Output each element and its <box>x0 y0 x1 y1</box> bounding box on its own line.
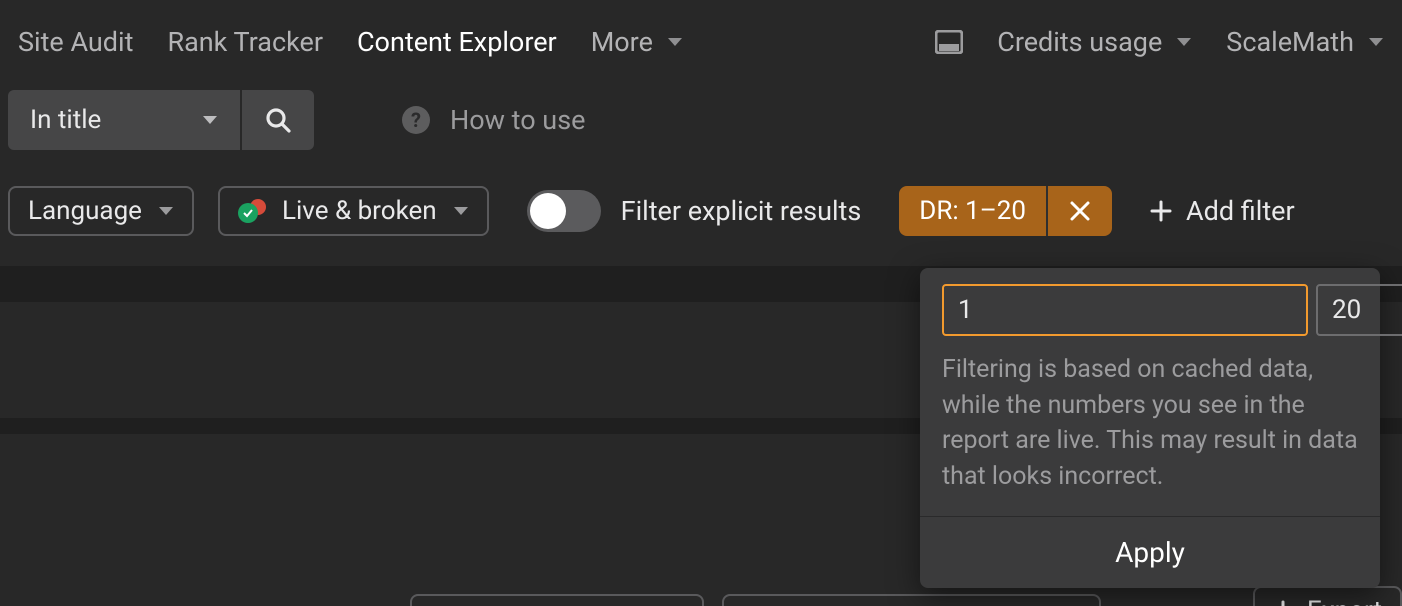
chevron-down-icon <box>158 205 174 217</box>
search-mode-select[interactable]: In title <box>8 90 240 150</box>
language-filter[interactable]: Language <box>8 186 194 236</box>
trends-select[interactable]: Trends: Last 6 months <box>722 594 1101 606</box>
status-filter-label: Live & broken <box>282 196 437 226</box>
dr-to-input[interactable] <box>1316 284 1402 336</box>
chevron-down-icon <box>667 36 683 48</box>
chevron-down-icon <box>1176 36 1192 48</box>
nav-credits-usage[interactable]: Credits usage <box>997 26 1192 58</box>
apply-button[interactable]: Apply <box>920 516 1380 588</box>
screen-icon[interactable] <box>935 30 963 54</box>
chevron-down-icon <box>453 205 469 217</box>
nav-credits-label: Credits usage <box>997 26 1162 58</box>
status-filter[interactable]: Live & broken <box>218 186 489 236</box>
plus-icon <box>1150 200 1172 222</box>
chevron-down-icon <box>202 114 218 126</box>
status-icon <box>238 199 266 223</box>
nav-workspace[interactable]: ScaleMath <box>1226 26 1384 58</box>
dr-filter-note: Filtering is based on cached data, while… <box>920 336 1380 494</box>
search-mode-group: In title <box>8 90 314 150</box>
how-to-use[interactable]: ? How to use <box>402 104 585 136</box>
add-filter[interactable]: Add filter <box>1150 195 1295 227</box>
export-button[interactable]: Export <box>1253 586 1402 606</box>
dr-filter-chip[interactable]: DR: 1–20 <box>899 186 1112 236</box>
nav-more-label: More <box>591 26 653 58</box>
dr-filter-remove[interactable] <box>1048 186 1112 236</box>
search-icon <box>265 107 291 133</box>
search-row: In title ? How to use <box>0 84 1402 156</box>
close-icon <box>1069 200 1091 222</box>
download-icon <box>1273 600 1293 606</box>
language-filter-label: Language <box>28 196 142 226</box>
help-icon: ? <box>402 106 430 134</box>
dr-filter-label: DR: 1–20 <box>899 186 1048 236</box>
nav-site-audit[interactable]: Site Audit <box>18 26 133 58</box>
dr-from-input[interactable] <box>942 284 1308 336</box>
nav-content-explorer[interactable]: Content Explorer <box>357 26 557 58</box>
top-nav-right: Credits usage ScaleMath <box>935 26 1384 58</box>
search-mode-label: In title <box>30 105 101 135</box>
dr-range-inputs <box>920 284 1380 336</box>
how-to-use-label: How to use <box>450 104 585 136</box>
top-nav: Site Audit Rank Tracker Content Explorer… <box>0 0 1402 84</box>
nav-rank-tracker[interactable]: Rank Tracker <box>167 26 323 58</box>
sort-select[interactable]: Sort by: Relevance <box>410 594 704 606</box>
nav-workspace-label: ScaleMath <box>1226 26 1354 58</box>
export-label: Export <box>1307 596 1382 606</box>
explicit-results-toggle[interactable] <box>527 190 601 232</box>
explicit-results-label: Filter explicit results <box>621 195 862 227</box>
chevron-down-icon <box>1368 36 1384 48</box>
nav-more[interactable]: More <box>591 26 683 58</box>
dr-filter-popover: Filtering is based on cached data, while… <box>920 268 1380 588</box>
toggle-knob <box>530 193 566 229</box>
add-filter-label: Add filter <box>1186 195 1295 227</box>
filters-row: Language Live & broken Filter explicit r… <box>0 156 1402 266</box>
search-button[interactable] <box>242 90 314 150</box>
